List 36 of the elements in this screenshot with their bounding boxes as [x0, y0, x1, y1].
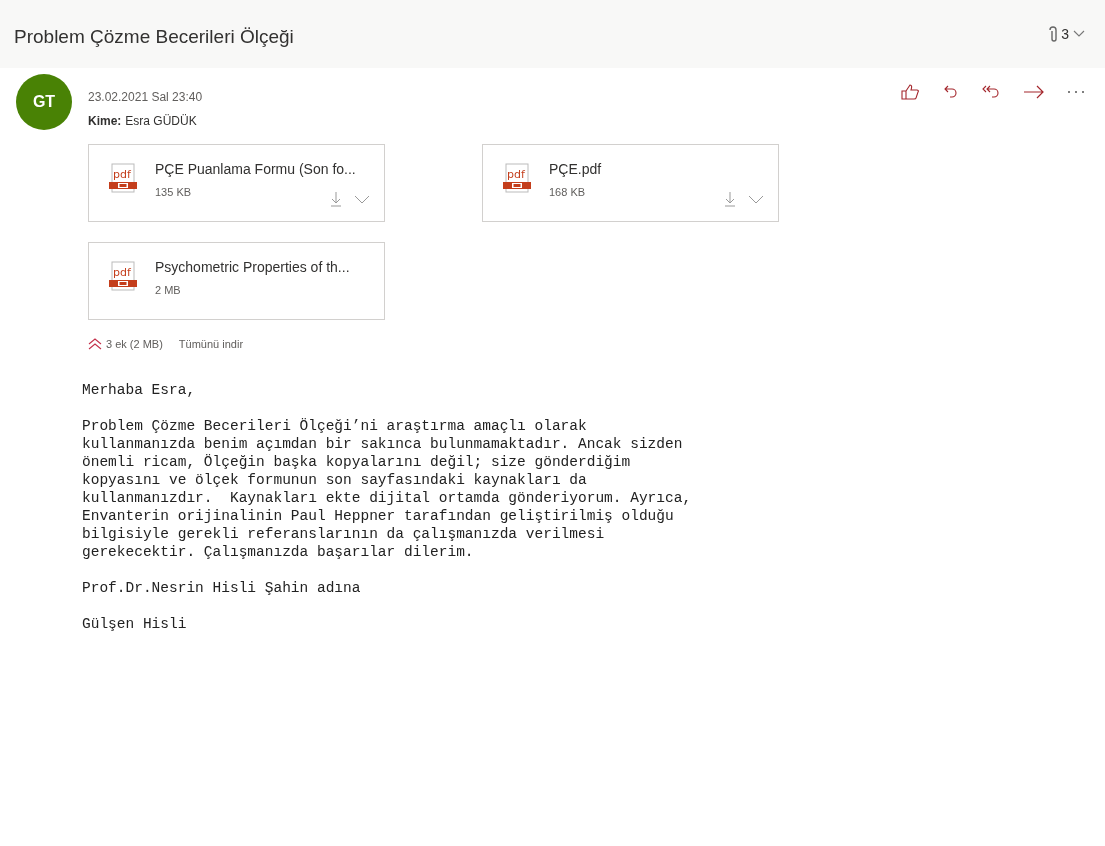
attachments-dropdown[interactable]: 3 [1049, 23, 1085, 45]
pdf-file-icon: pdf [109, 261, 137, 291]
recipient-label: Kime: [88, 113, 122, 130]
reply-icon[interactable] [943, 84, 959, 100]
chevron-down-icon[interactable] [354, 194, 370, 204]
recipient-name: Esra GÜDÜK [125, 113, 197, 130]
avatar: GT [16, 74, 72, 130]
message-paragraph: Prof.Dr.Nesrin Hisli Şahin adına [82, 578, 361, 597]
more-options-icon[interactable] [1067, 90, 1085, 94]
attachment-size: 168 KB [549, 185, 586, 200]
chevron-down-icon[interactable] [748, 194, 764, 204]
attachment-name: PÇE.pdf [549, 160, 602, 179]
message-paragraph: Gülşen Hisli [82, 614, 187, 633]
attachment-card[interactable]: pdf PÇE Puanlama Formu (Son fo... 135 KB [88, 144, 385, 222]
download-all-link[interactable]: Tümünü indir [178, 336, 244, 353]
attachment-name: Psychometric Properties of th... [155, 258, 350, 277]
chevron-down-icon [1073, 30, 1085, 38]
download-icon[interactable] [330, 191, 342, 207]
attachment-card[interactable]: pdf Psychometric Properties of th... 2 MB [88, 242, 385, 320]
attachment-size: 2 MB [155, 283, 181, 298]
like-icon[interactable] [901, 83, 921, 101]
reply-all-icon[interactable] [981, 84, 1001, 100]
forward-icon[interactable] [1023, 85, 1045, 99]
attachment-card[interactable]: pdf PÇE.pdf 168 KB [482, 144, 779, 222]
message-paragraph: Problem Çözme Becerileri Ölçeği’ni araştırma amaçlı olarak kullanmanızda benim açımdan bir sakınca bulunmamaktadır. Ancak sizden önemli ricam, Ölçeğin başka kopyalarını değil; size gönderdiğim kopyasını ve ölçek formunun son sayfasındaki kaynakları da kullanmanızdır. Kaynakları ekte dijital ortamda gönderiyorum. Ayrıca, Envanterin orijinalinin Paul Heppner tarafından geliştirilmiş olduğu bilgisiyle gerekli referanslarının da çalışmanızda verilmesi gerekecektir. Çalışmanızda başarılar dilerim. [82, 416, 692, 561]
double-chevron-up-icon[interactable] [88, 338, 102, 351]
attachments-summary: 3 ek (2 MB) [106, 337, 163, 352]
attachment-name: PÇE Puanlama Formu (Son fo... [155, 160, 356, 179]
attachment-size: 135 KB [155, 185, 192, 200]
paperclip-icon [1049, 26, 1058, 42]
pdf-file-icon: pdf [503, 163, 531, 193]
email-subject: Problem Çözme Becerileri Ölçeği [14, 24, 294, 49]
message-paragraph: Merhaba Esra, [82, 380, 196, 399]
sent-date: 23.02.2021 Sal 23:40 [88, 89, 203, 106]
pdf-file-icon: pdf [109, 163, 137, 193]
download-icon[interactable] [724, 191, 736, 207]
